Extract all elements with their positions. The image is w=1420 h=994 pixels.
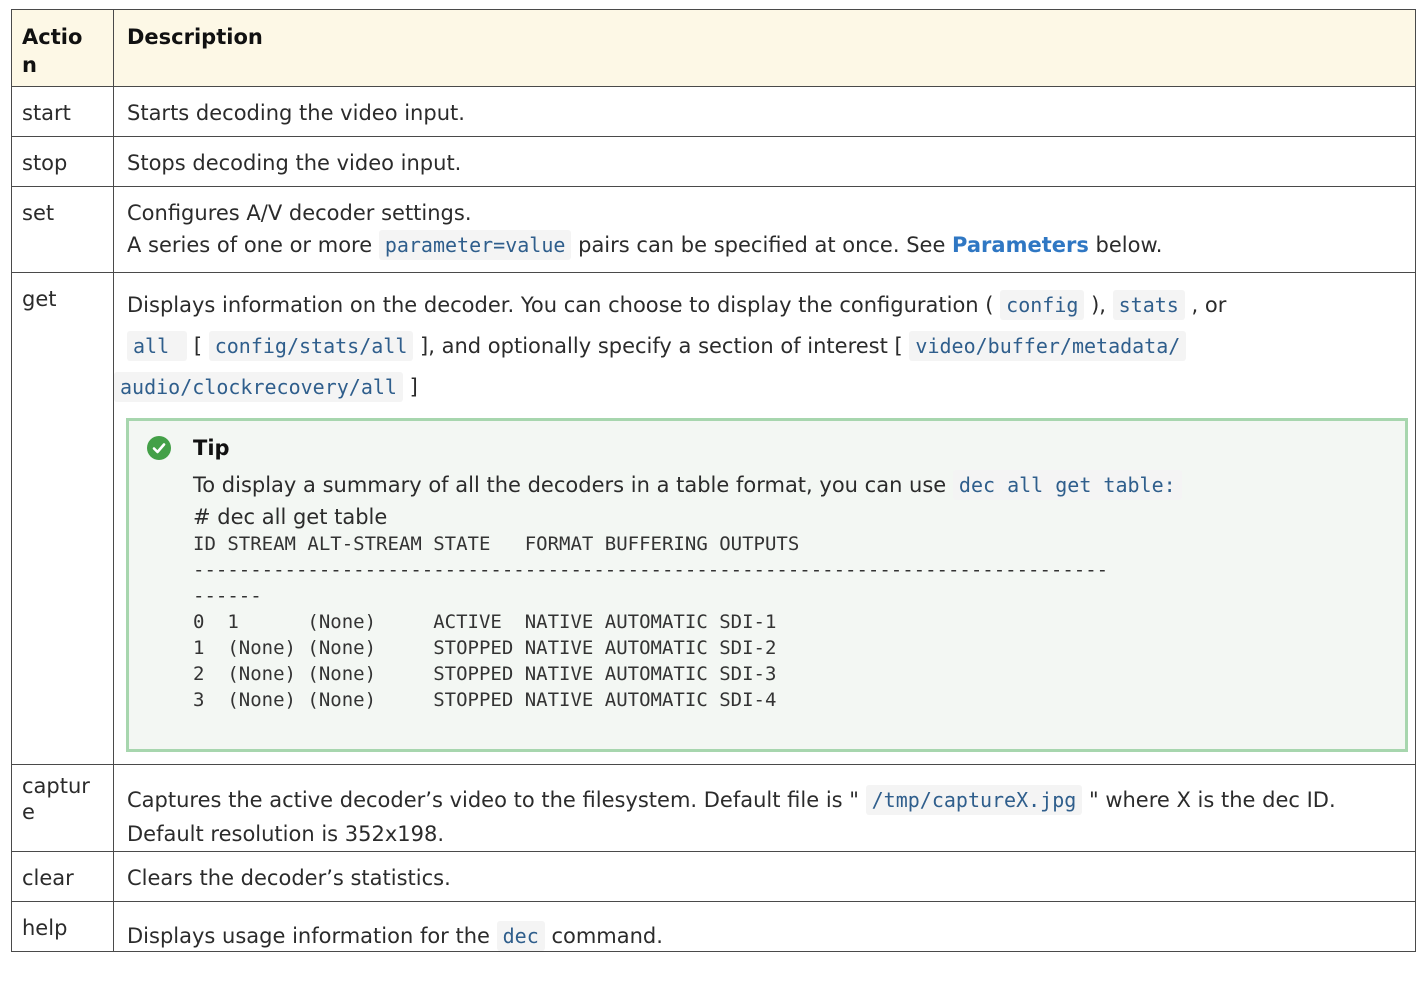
inline-code: dec all get table: <box>952 470 1182 500</box>
action-cell: start <box>11 86 114 137</box>
description-cell: Clears the decoder’s statistics. <box>113 851 1416 902</box>
text: ], and optionally specify a section of i… <box>413 334 910 358</box>
tip-command: # dec all get table <box>193 505 388 529</box>
table-row: start Starts decoding the video input. <box>11 86 1416 137</box>
text: Displays information on the decoder. You… <box>127 293 1001 317</box>
tip-text: To display a summary of all the decoders… <box>193 469 1387 501</box>
description-line: Configures A/V decoder settings. <box>127 201 472 225</box>
tip-body: To display a summary of all the decoders… <box>147 469 1387 713</box>
inline-code: config <box>1000 290 1085 320</box>
header-action: Actio n <box>11 9 114 87</box>
check-circle-icon <box>147 436 171 460</box>
table-row: get Displays information on the decoder.… <box>11 272 1416 765</box>
tip-output: ID STREAM ALT-STREAM STATE FORMAT BUFFER… <box>193 533 1109 711</box>
inline-code: /tmp/captureX.jpg <box>865 785 1083 815</box>
action-cell: captur e <box>11 764 114 852</box>
parameters-link[interactable]: Parameters <box>952 233 1089 257</box>
inline-code: parameter=value <box>378 230 572 260</box>
table-row: set Configures A/V decoder settings. A s… <box>11 186 1416 273</box>
table-row: help Displays usage information for the … <box>11 901 1416 952</box>
inline-code: dec <box>496 921 545 951</box>
action-cell: get <box>11 272 114 765</box>
text: Captures the active decoder’s video to t… <box>127 788 866 812</box>
description-line: A series of one or more parameter=value … <box>127 230 1405 260</box>
text: [ <box>187 334 209 358</box>
inline-code: config/stats/all <box>208 331 414 361</box>
table-header-row: Actio n Description <box>11 9 1416 87</box>
action-cell: set <box>11 186 114 273</box>
text: Displays usage information for the <box>127 924 497 948</box>
description-cell: Configures A/V decoder settings. A serie… <box>113 186 1416 273</box>
header-description: Description <box>113 9 1416 87</box>
description-cell: Displays usage information for the dec c… <box>113 901 1416 952</box>
text: pairs can be specified at once. See <box>571 233 953 257</box>
text: command. <box>544 924 663 948</box>
tip-title: Tip <box>193 436 230 460</box>
table-row: captur e Captures the active decoder’s v… <box>11 764 1416 852</box>
tip-header: Tip <box>147 433 1387 463</box>
description-paragraph: Displays information on the decoder. You… <box>114 285 1405 408</box>
text: below. <box>1088 233 1163 257</box>
action-cell: clear <box>11 851 114 902</box>
inline-code: audio/clockrecovery/all <box>114 372 403 402</box>
text: ), <box>1084 293 1113 317</box>
table-row: clear Clears the decoder’s statistics. <box>11 851 1416 902</box>
inline-code: all <box>127 331 188 361</box>
action-cell: stop <box>11 136 114 187</box>
description-cell: Starts decoding the video input. <box>113 86 1416 137</box>
action-cell: help <box>11 901 114 952</box>
inline-code: stats <box>1112 290 1185 320</box>
table-row: stop Stops decoding the video input. <box>11 136 1416 187</box>
description-cell: Captures the active decoder’s video to t… <box>113 764 1416 852</box>
text: , or <box>1184 293 1227 317</box>
tip-box: Tip To display a summary of all the deco… <box>126 418 1408 752</box>
description-cell: Stops decoding the video input. <box>113 136 1416 187</box>
text: To display a summary of all the decoders… <box>193 473 953 497</box>
text: A series of one or more <box>127 233 379 257</box>
text: ] <box>402 375 418 399</box>
inline-code: video/buffer/metadata/ <box>909 331 1187 361</box>
description-cell: Displays information on the decoder. You… <box>113 272 1416 765</box>
command-table: Actio n Description start Starts decodin… <box>11 9 1416 952</box>
